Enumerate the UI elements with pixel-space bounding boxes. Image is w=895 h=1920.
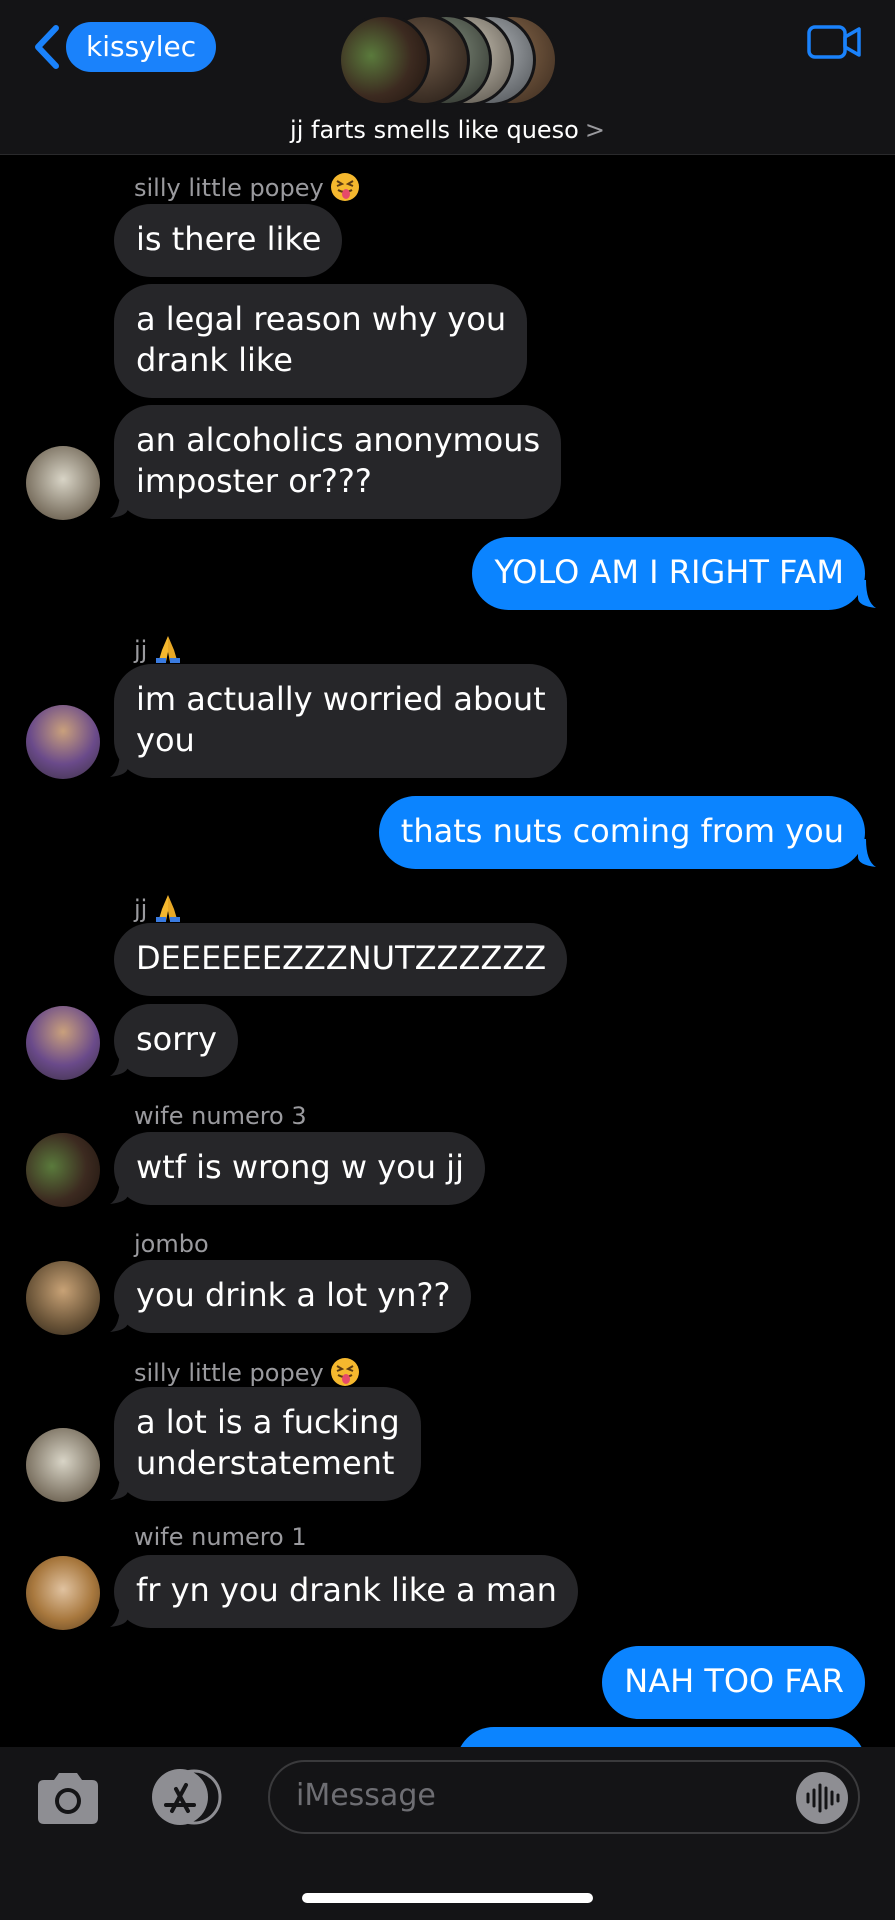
avatar[interactable] [26, 1556, 100, 1630]
message-bubble[interactable]: im actually worried about you [114, 664, 567, 778]
avatar[interactable] [26, 1133, 100, 1207]
message-bubble-outgoing[interactable]: thats nuts coming from you [378, 796, 865, 869]
message-text: you drink a lot yn?? [136, 1276, 451, 1314]
praying-hands-emoji-icon [156, 895, 181, 922]
back-button[interactable]: kissylec [66, 22, 217, 72]
group-avatar-stack[interactable] [338, 14, 558, 106]
squint-tongue-emoji-icon [330, 1358, 359, 1386]
sender-name-text: wife numero 3 [134, 1102, 307, 1130]
avatar[interactable] [26, 1261, 100, 1335]
message-text: imposter or??? [136, 462, 372, 500]
message-bubble[interactable]: wtf is wrong w you jj [114, 1132, 485, 1205]
avatar[interactable] [26, 1428, 100, 1502]
message-text: YOLO AM I RIGHT FAM [494, 553, 844, 591]
sender-name-text: jj [134, 636, 148, 664]
bubble-tail [110, 1599, 128, 1627]
message-text: you [136, 721, 195, 759]
chevron-right-icon: > [584, 116, 605, 144]
message-text: a lot is a fucking [136, 1403, 400, 1441]
bubble-tail [110, 1048, 128, 1076]
message-bubble[interactable]: is there like [114, 204, 343, 277]
message-text: DEEEEEEZZZNUTZZZZZZ [136, 939, 547, 977]
bubble-tail [110, 749, 128, 777]
sender-name-text: silly little popey [134, 1359, 324, 1387]
sender-name-text: jombo [134, 1230, 209, 1258]
message-bubble[interactable]: a legal reason why you drank like [114, 284, 528, 398]
message-text: NAH TOO FAR [624, 1662, 844, 1700]
message-bubble-outgoing[interactable]: YOLO AM I RIGHT FAM [472, 537, 865, 610]
video-camera-icon[interactable] [806, 22, 862, 62]
group-avatar [338, 14, 430, 106]
message-text: is there like [136, 220, 322, 258]
camera-icon[interactable] [34, 1770, 102, 1826]
avatar[interactable] [26, 446, 100, 520]
home-indicator[interactable] [302, 1893, 593, 1903]
sender-name-text: wife numero 1 [134, 1523, 307, 1551]
message-text: a legal reason why you [136, 300, 507, 338]
chevron-left-icon[interactable] [30, 22, 64, 72]
bubble-tail [110, 1176, 128, 1204]
audio-waveform-icon[interactable] [796, 1772, 848, 1824]
bubble-tail [110, 490, 128, 518]
bubble-tail [858, 839, 876, 867]
sender-name: silly little popey [134, 172, 360, 202]
message-bubble-outgoing[interactable]: NAH TOO FAR [602, 1646, 865, 1719]
sender-name: wife numero 3 [134, 1102, 307, 1130]
message-bubble[interactable]: an alcoholics anonymous imposter or??? [114, 405, 562, 519]
sender-name-text: jj [134, 895, 148, 923]
message-bubble[interactable]: a lot is a fucking understatement [114, 1387, 421, 1501]
sender-name-text: silly little popey [134, 174, 324, 202]
praying-hands-emoji-icon [156, 636, 181, 663]
message-text: understatement [136, 1444, 395, 1482]
sender-name: wife numero 1 [134, 1523, 307, 1551]
sender-name: jj [134, 893, 183, 923]
avatar[interactable] [26, 705, 100, 779]
message-input-placeholder: iMessage [296, 1778, 436, 1813]
message-text: im actually worried about [136, 680, 546, 718]
sender-name: jombo [134, 1230, 209, 1258]
message-text: sorry [136, 1020, 217, 1058]
sender-name: jj [134, 634, 183, 664]
message-bubble[interactable]: DEEEEEEZZZNUTZZZZZZ [114, 923, 568, 996]
message-text: wtf is wrong w you jj [136, 1148, 464, 1186]
message-text: drank like [136, 341, 293, 379]
app-store-icon[interactable] [146, 1767, 226, 1827]
sender-name: silly little popey [134, 1357, 360, 1387]
message-bubble[interactable]: fr yn you drank like a man [114, 1555, 578, 1628]
bubble-tail [858, 580, 876, 608]
message-text: thats nuts coming from you [400, 812, 844, 850]
bubble-tail [110, 1472, 128, 1500]
message-text: an alcoholics anonymous [136, 421, 541, 459]
group-name-text: jj farts smells like queso [290, 116, 579, 144]
message-text: fr yn you drank like a man [136, 1571, 557, 1609]
avatar[interactable] [26, 1006, 100, 1080]
group-name[interactable]: jj farts smells like queso > [0, 116, 895, 144]
bubble-tail [110, 1304, 128, 1332]
squint-tongue-emoji-icon [330, 173, 359, 201]
message-bubble[interactable]: you drink a lot yn?? [114, 1260, 472, 1333]
